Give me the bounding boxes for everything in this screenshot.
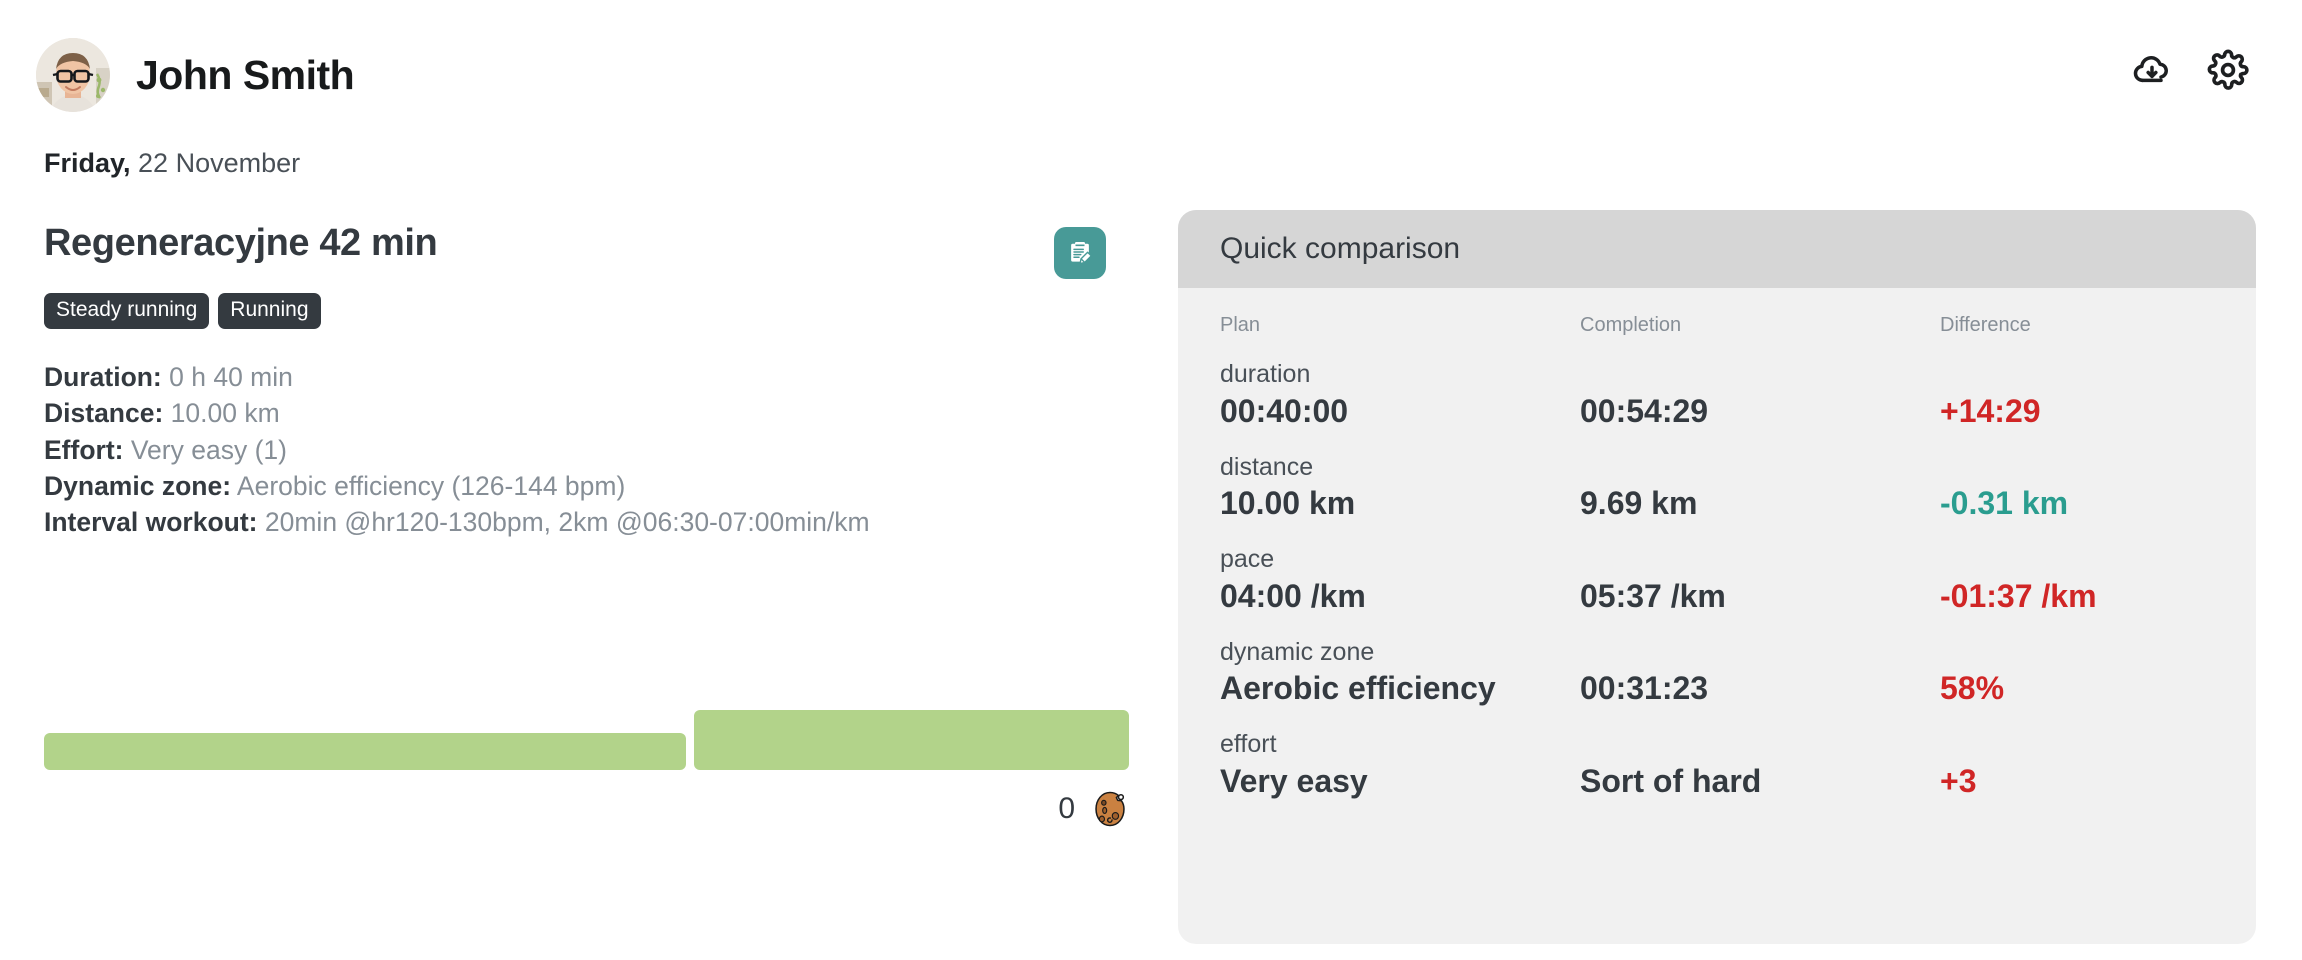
comparison-row-label: dynamic zone: [1220, 639, 2214, 667]
intensity-bar-chart: [44, 700, 1129, 770]
detail-dynamic-zone-key: Dynamic zone:: [44, 471, 231, 501]
avatar[interactable]: [36, 38, 110, 112]
user-name: John Smith: [136, 52, 354, 99]
clipboard-edit-icon: [1065, 238, 1095, 268]
comparison-row-values: Aerobic efficiency 00:31:23 58%: [1220, 670, 2214, 707]
detail-duration-key: Duration:: [44, 362, 162, 392]
bar-segment-1[interactable]: [44, 733, 686, 770]
badge-running[interactable]: Running: [218, 293, 320, 329]
comparison-row-distance: distance 10.00 km 9.69 km -0.31 km: [1220, 454, 2214, 523]
detail-dynamic-zone-value: Aerobic efficiency (126-144 bpm): [231, 471, 625, 501]
detail-interval-workout-key: Interval workout:: [44, 507, 258, 537]
comparison-difference-value: +3: [1940, 763, 2214, 800]
comparison-column-headers: Plan Completion Difference: [1220, 288, 2214, 337]
detail-distance-key: Distance:: [44, 398, 163, 428]
detail-duration: Duration: 0 h 40 min: [44, 359, 1144, 395]
comparison-row-label: effort: [1220, 731, 2214, 759]
comparison-row-values: 04:00 /km 05:37 /km -01:37 /km: [1220, 578, 2214, 615]
workout-title: Regeneracyjne 42 min: [44, 222, 437, 266]
cookie-glyph-icon: [1091, 790, 1129, 828]
edit-workout-button[interactable]: [1054, 227, 1106, 279]
detail-distance-value: 10.00 km: [163, 398, 279, 428]
detail-effort-value: Very easy (1): [123, 435, 286, 465]
comparison-row-label: duration: [1220, 361, 2214, 389]
comparison-completion-value: Sort of hard: [1580, 763, 1940, 800]
detail-effort-key: Effort:: [44, 435, 123, 465]
workout-summary: Regeneracyjne 42 min Steady runni: [44, 222, 1144, 541]
comparison-row-label: pace: [1220, 546, 2214, 574]
comparison-plan-value: 10.00 km: [1220, 485, 1580, 522]
gear-icon: [2207, 49, 2249, 91]
quick-comparison-body: Plan Completion Difference duration 00:4…: [1178, 288, 2256, 800]
quick-comparison-header: Quick comparison: [1178, 210, 2256, 288]
date-rest: 22 November: [131, 148, 301, 178]
comparison-row-duration: duration 00:40:00 00:54:29 +14:29: [1220, 361, 2214, 430]
quick-comparison-panel: Quick comparison Plan Completion Differe…: [1178, 210, 2256, 944]
date-weekday: Friday,: [44, 148, 131, 178]
detail-distance: Distance: 10.00 km: [44, 395, 1144, 431]
header-actions: [2130, 48, 2250, 92]
comparison-row-values: Very easy Sort of hard +3: [1220, 763, 2214, 800]
comparison-plan-value: Aerobic efficiency: [1220, 670, 1580, 707]
column-header-difference: Difference: [1940, 314, 2214, 337]
badge-steady-running[interactable]: Steady running: [44, 293, 209, 329]
detail-effort: Effort: Very easy (1): [44, 432, 1144, 468]
page-header: John Smith Friday, 22 November: [0, 0, 2302, 150]
user-identity[interactable]: John Smith: [36, 38, 354, 112]
download-button[interactable]: [2130, 48, 2174, 92]
comparison-difference-value: +14:29: [1940, 393, 2214, 430]
user-photo-avatar-icon: [36, 38, 110, 112]
column-header-plan: Plan: [1220, 314, 1580, 337]
comparison-plan-value: 04:00 /km: [1220, 578, 1580, 615]
comparison-row-effort: effort Very easy Sort of hard +3: [1220, 731, 2214, 800]
comparison-difference-value: -01:37 /km: [1940, 578, 2214, 615]
bar-segment-2[interactable]: [694, 710, 1129, 770]
comparison-plan-value: 00:40:00: [1220, 393, 1580, 430]
comparison-completion-value: 9.69 km: [1580, 485, 1940, 522]
comparison-row-values: 10.00 km 9.69 km -0.31 km: [1220, 485, 2214, 522]
date-line: Friday, 22 November: [44, 148, 300, 179]
comparison-row-pace: pace 04:00 /km 05:37 /km -01:37 /km: [1220, 546, 2214, 615]
comparison-row-values: 00:40:00 00:54:29 +14:29: [1220, 393, 2214, 430]
settings-button[interactable]: [2206, 48, 2250, 92]
detail-duration-value: 0 h 40 min: [162, 362, 293, 392]
comparison-completion-value: 00:54:29: [1580, 393, 1940, 430]
comparison-difference-value: -0.31 km: [1940, 485, 2214, 522]
workout-title-row: Regeneracyjne 42 min: [44, 222, 1134, 279]
workout-details: Duration: 0 h 40 min Distance: 10.00 km …: [44, 359, 1144, 540]
quick-comparison-title: Quick comparison: [1220, 232, 1460, 266]
comparison-completion-value: 05:37 /km: [1580, 578, 1940, 615]
cookie-icon[interactable]: [1091, 790, 1129, 828]
workout-detail-page: John Smith Friday, 22 November: [0, 0, 2302, 960]
comparison-difference-value: 58%: [1940, 670, 2214, 707]
comparison-plan-value: Very easy: [1220, 763, 1580, 800]
comparison-row-label: distance: [1220, 454, 2214, 482]
comparison-completion-value: 00:31:23: [1580, 670, 1940, 707]
detail-interval-workout-value: 20min @hr120-130bpm, 2km @06:30-07:00min…: [258, 507, 870, 537]
detail-dynamic-zone: Dynamic zone: Aerobic efficiency (126-14…: [44, 468, 1144, 504]
detail-interval-workout: Interval workout: 20min @hr120-130bpm, 2…: [44, 504, 1144, 540]
cloud-download-icon: [2132, 50, 2172, 90]
cookie-row: 0: [44, 790, 1129, 828]
workout-badges: Steady running Running: [44, 293, 1144, 329]
comparison-row-dynamic-zone: dynamic zone Aerobic efficiency 00:31:23…: [1220, 639, 2214, 708]
cookie-count: 0: [1058, 792, 1075, 826]
column-header-completion: Completion: [1580, 314, 1940, 337]
